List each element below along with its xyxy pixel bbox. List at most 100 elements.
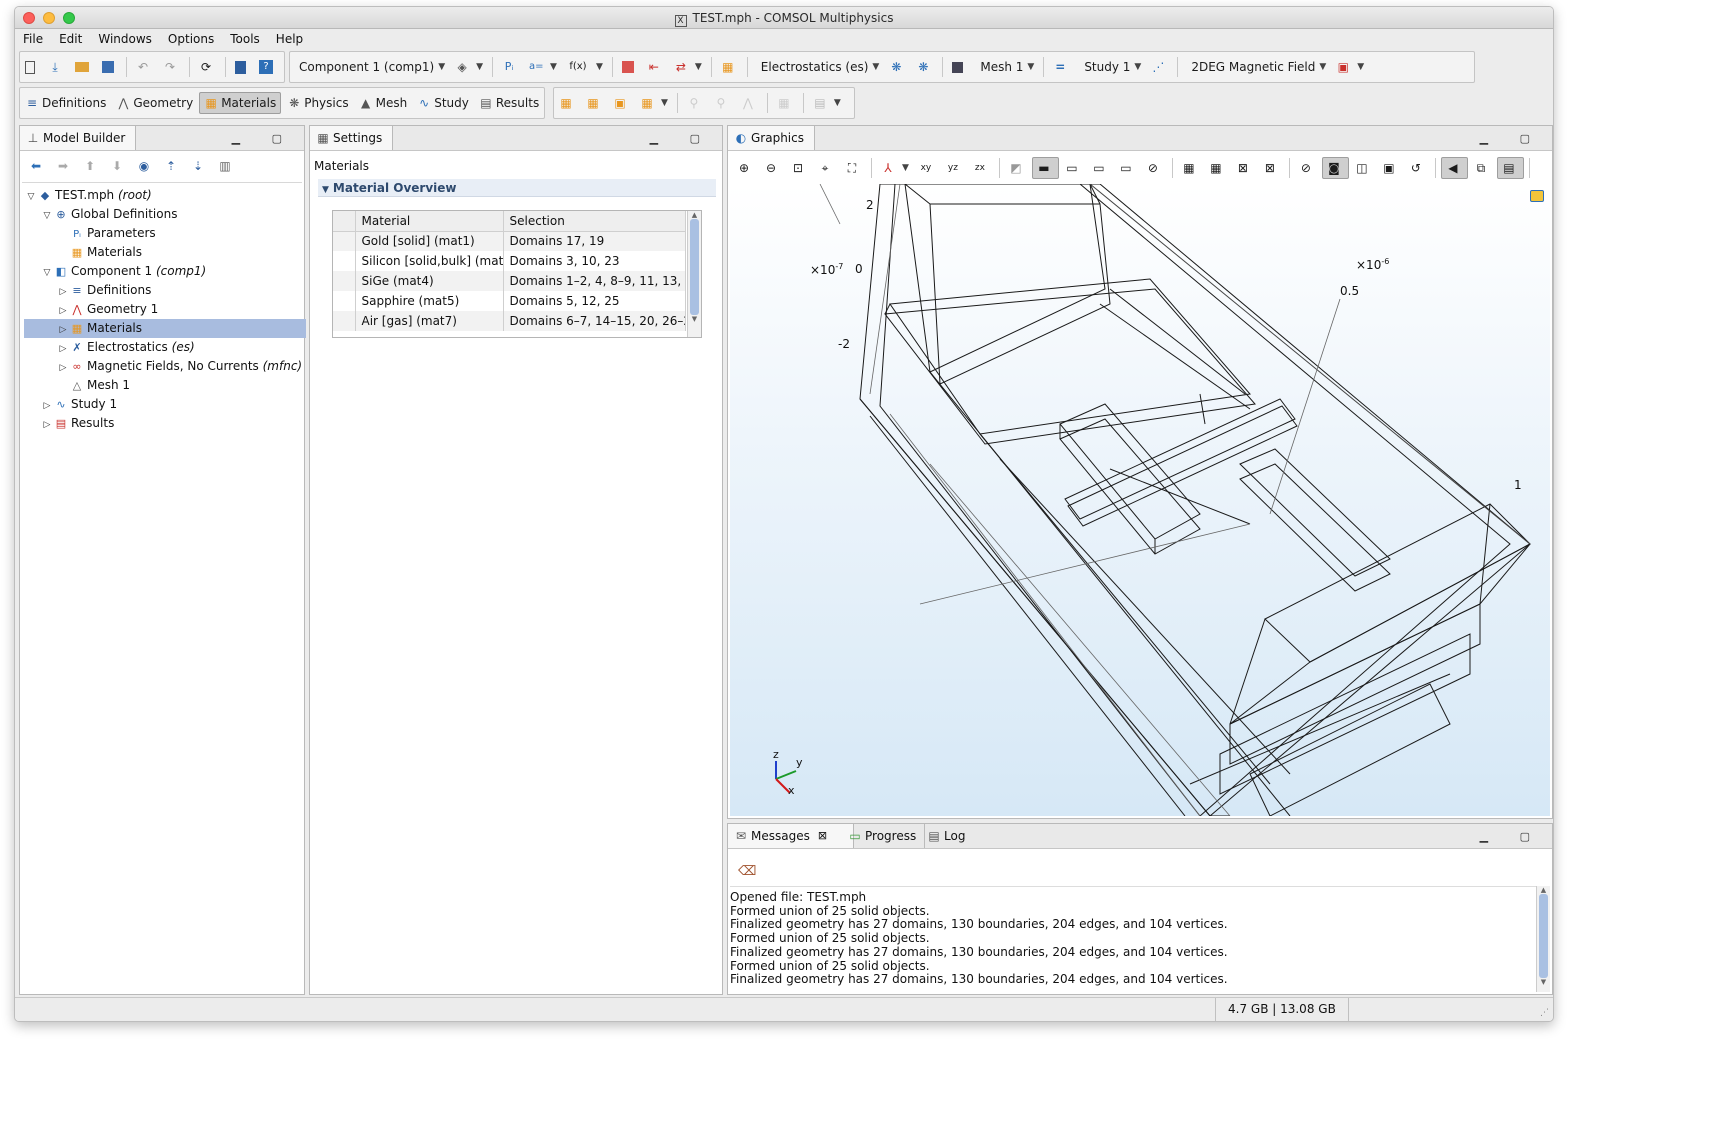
column-header-material[interactable]: Material bbox=[355, 211, 504, 232]
ribbon-mesh[interactable]: ▲ Mesh bbox=[355, 92, 412, 114]
scene-light-button[interactable]: ◫ bbox=[1351, 157, 1376, 179]
select-boundary-button[interactable]: ▭ bbox=[1061, 157, 1086, 179]
select-domain-button[interactable]: ▬ bbox=[1031, 157, 1059, 179]
resize-grip-icon[interactable]: ⋰ bbox=[1540, 1008, 1549, 1018]
progress-tab[interactable]: ▭ Progress bbox=[848, 824, 916, 848]
graphics-canvas[interactable]: 2 ×10-7 0 -2 ×10-6 0.5 1 z y x bbox=[730, 184, 1550, 816]
menu-options[interactable]: Options bbox=[160, 29, 222, 49]
physics-settings-button[interactable]: ❋ bbox=[912, 56, 937, 78]
table-row[interactable]: Air [gas] (mat7) Domains 6–7, 14–15, 20, … bbox=[333, 311, 686, 331]
undo-button[interactable]: ↶ bbox=[132, 56, 157, 78]
zoom-in-button[interactable]: ⊕ bbox=[733, 157, 758, 179]
messages-tab[interactable]: ✉ Messages ⊠ bbox=[728, 824, 855, 848]
panel-window-buttons[interactable]: ▁ ▢ bbox=[1480, 132, 1544, 145]
zoom-window-button[interactable] bbox=[63, 12, 75, 24]
tree-item-electrostatics[interactable]: ▷ ✗ Electrostatics (es) bbox=[24, 338, 306, 357]
tree-item-study[interactable]: ▷ ∿ Study 1 bbox=[24, 395, 306, 414]
table-row[interactable]: Sapphire (mat5) Domains 5, 12, 25 bbox=[333, 291, 686, 311]
expand-all-button[interactable]: ⇣ bbox=[187, 155, 212, 177]
ribbon-physics[interactable]: ❋ Physics bbox=[283, 92, 352, 114]
open-recent-button[interactable]: ⤓ bbox=[44, 56, 69, 78]
transparency-button[interactable]: ⊘ bbox=[1295, 157, 1320, 179]
minimize-window-button[interactable] bbox=[43, 12, 55, 24]
add-plot-button[interactable]: ▣ ▼ bbox=[1332, 56, 1368, 78]
view-yz-button[interactable]: yz bbox=[942, 157, 967, 179]
render-button[interactable]: ▤ bbox=[1496, 157, 1524, 179]
documentation-button[interactable] bbox=[231, 56, 253, 78]
menu-windows[interactable]: Windows bbox=[90, 29, 160, 49]
menu-help[interactable]: Help bbox=[268, 29, 311, 49]
scroll-thumb[interactable] bbox=[1539, 894, 1548, 978]
tree-item-materials[interactable]: ▷ ▦ Materials bbox=[24, 319, 306, 338]
import-button[interactable]: ⇤ bbox=[643, 56, 668, 78]
zoom-extents-button[interactable]: ⛶ bbox=[841, 157, 866, 179]
image-snapshot-button[interactable]: ▣ bbox=[1378, 157, 1403, 179]
back-button[interactable]: ⬅ bbox=[25, 155, 50, 177]
component-selector[interactable]: Component 1 (comp1) ▼ bbox=[291, 56, 449, 78]
ribbon-definitions[interactable]: ≡ Definitions bbox=[21, 92, 110, 114]
table-scrollbar[interactable]: ▲ ▼ bbox=[687, 211, 701, 337]
scroll-down-icon[interactable]: ▼ bbox=[688, 315, 701, 323]
reset-desktop-button[interactable]: ⟳ bbox=[195, 56, 220, 78]
material-library-button[interactable]: ▤ ▼ bbox=[809, 92, 845, 114]
wireframe-button[interactable]: ◙ bbox=[1321, 157, 1349, 179]
open-folder-button[interactable] bbox=[71, 56, 96, 78]
study-steps-button[interactable]: ⋰ bbox=[1147, 56, 1172, 78]
physics-selector[interactable]: Electrostatics (es) ▼ bbox=[753, 56, 884, 78]
help-button[interactable]: ? bbox=[255, 56, 280, 78]
add-material-button[interactable]: ▦ bbox=[717, 56, 742, 78]
scene-light-indicator-icon[interactable] bbox=[1530, 190, 1544, 202]
tree-item-global-materials[interactable]: ▦ Materials bbox=[24, 243, 306, 262]
material-sweep-button[interactable]: ▦ bbox=[773, 92, 798, 114]
ribbon-study[interactable]: ∿ Study bbox=[413, 92, 473, 114]
collapsed-triangle-icon[interactable]: ▷ bbox=[40, 416, 54, 435]
tree-item-geometry[interactable]: ▷ ⋀ Geometry 1 bbox=[24, 300, 306, 319]
menu-edit[interactable]: Edit bbox=[51, 29, 90, 49]
settings-tab[interactable]: ▦ Settings bbox=[310, 126, 394, 150]
more-materials-button[interactable]: ▦ ▼ bbox=[636, 92, 672, 114]
forward-button[interactable]: ➡ bbox=[52, 155, 77, 177]
tree-item-root[interactable]: ▽ ◆ TEST.mph (root) bbox=[24, 186, 306, 205]
ribbon-geometry[interactable]: ⋀ Geometry bbox=[112, 92, 197, 114]
tree-item-mesh[interactable]: △ Mesh 1 bbox=[24, 376, 306, 395]
table-row[interactable]: SiGe (mat4) Domains 1–2, 4, 8–9, 11, 13, … bbox=[333, 271, 686, 291]
material-overview-section[interactable]: ▼ Material Overview bbox=[318, 179, 716, 197]
reset-view-button[interactable]: ↺ bbox=[1405, 157, 1430, 179]
views-button[interactable]: ⅄ ▼ bbox=[877, 157, 913, 179]
zoom-selected-button[interactable]: ⌖ bbox=[814, 157, 839, 179]
study-selector[interactable]: Study 1 ▼ bbox=[1076, 56, 1145, 78]
menu-file[interactable]: File bbox=[15, 29, 51, 49]
ribbon-materials[interactable]: ▦ Materials bbox=[199, 92, 282, 114]
select-object-button[interactable]: ◩ bbox=[1005, 157, 1030, 179]
redo-button[interactable]: ↷ bbox=[159, 56, 184, 78]
panel-window-buttons[interactable]: ▁ ▢ bbox=[232, 132, 296, 145]
livelink-button[interactable]: ⇄ ▼ bbox=[670, 56, 706, 78]
tree-item-results[interactable]: ▷ ▤ Results bbox=[24, 414, 306, 433]
select-point-button[interactable]: ▭ bbox=[1115, 157, 1140, 179]
select-box-button[interactable]: ▦ bbox=[1205, 157, 1230, 179]
menu-tools[interactable]: Tools bbox=[222, 29, 268, 49]
clear-selection-button[interactable]: ⊘ bbox=[1142, 157, 1167, 179]
mesh-selector[interactable]: Mesh 1 ▼ bbox=[972, 56, 1038, 78]
copy-image-button[interactable]: ⧉ bbox=[1470, 157, 1495, 179]
show-hidden-button[interactable]: ⊠ bbox=[1259, 157, 1284, 179]
hide-button[interactable]: ⊠ bbox=[1232, 157, 1257, 179]
tree-item-magnetic-fields[interactable]: ▷ ∞ Magnetic Fields, No Currents (mfnc) bbox=[24, 357, 306, 376]
add-material-button[interactable]: ▦ bbox=[555, 92, 580, 114]
model-builder-tab[interactable]: ⊥ Model Builder bbox=[20, 126, 137, 150]
table-row[interactable]: Silicon [solid,bulk] (mat2 Domains 3, 10,… bbox=[333, 251, 686, 271]
view-options-button[interactable]: ▥ bbox=[214, 155, 239, 177]
log-tab[interactable]: ▤ Log bbox=[924, 824, 965, 848]
panel-window-buttons[interactable]: ▁ ▢ bbox=[650, 132, 714, 145]
move-up-button[interactable]: ⬆ bbox=[79, 155, 104, 177]
build-geometry-button[interactable] bbox=[618, 56, 641, 78]
scroll-thumb[interactable] bbox=[690, 219, 699, 315]
material-link-button[interactable]: ⚲ bbox=[710, 92, 735, 114]
blank-material-button[interactable]: ▣ bbox=[609, 92, 634, 114]
move-down-button[interactable]: ⬇ bbox=[106, 155, 131, 177]
show-button[interactable]: ◉ bbox=[133, 155, 158, 177]
add-component-button[interactable]: ◈ ▼ bbox=[451, 56, 487, 78]
new-file-button[interactable] bbox=[21, 56, 42, 78]
select-edge-button[interactable]: ▭ bbox=[1088, 157, 1113, 179]
tree-item-parameters[interactable]: Pᵢ Parameters bbox=[24, 224, 306, 243]
